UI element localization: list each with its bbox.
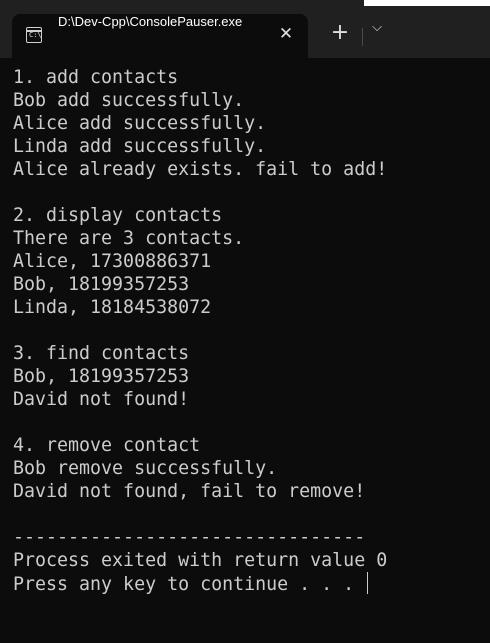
console-line-text: Alice, 17300886371 <box>13 251 212 272</box>
console-line: Process exited with return value 0 <box>13 549 387 572</box>
console-line: Alice, 17300886371 <box>13 250 387 273</box>
tab-console-pauser[interactable]: C:\ D:\Dev-Cpp\ConsolePauser.exe ✕ <box>12 14 308 58</box>
title-bar: C:\ D:\Dev-Cpp\ConsolePauser.exe ✕ + ⌵ <box>0 0 490 58</box>
console-line: 4. remove contact <box>13 434 387 457</box>
console-line: 1. add contacts <box>13 66 387 89</box>
console-line-text: Linda add successfully. <box>13 136 267 157</box>
console-output: 1. add contacts Bob add successfully. Alic… <box>13 66 387 595</box>
console-line: David not found! <box>13 388 387 411</box>
console-line-text: There are 3 contacts. <box>13 228 245 249</box>
terminal-window: C:\ D:\Dev-Cpp\ConsolePauser.exe ✕ + ⌵ 1… <box>0 0 490 643</box>
text-cursor <box>367 572 369 594</box>
console-output-area[interactable]: 1. add contacts Bob add successfully. Alic… <box>0 58 490 643</box>
console-line: Bob, 18199357253 <box>13 273 387 296</box>
console-line-text: Bob remove successfully. <box>13 458 278 479</box>
console-line-text: Press any key to continue . . . <box>13 574 366 595</box>
console-line: -------------------------------- <box>13 526 387 549</box>
console-line: 3. find contacts <box>13 342 387 365</box>
title-bar-strip <box>364 0 490 6</box>
console-line-text: 3. find contacts <box>13 343 190 364</box>
console-line: Alice add successfully. <box>13 112 387 135</box>
console-line-text: Alice add successfully. <box>13 113 267 134</box>
console-line-text: 1. add contacts <box>13 67 179 88</box>
console-line: Bob remove successfully. <box>13 457 387 480</box>
console-line: There are 3 contacts. <box>13 227 387 250</box>
console-line-text: Bob, 18199357253 <box>13 366 190 387</box>
console-line-text: 4. remove contact <box>13 435 201 456</box>
console-line: Bob, 18199357253 <box>13 365 387 388</box>
console-line: David not found, fail to remove! <box>13 480 387 503</box>
console-line-text: Process exited with return value 0 <box>13 550 388 571</box>
console-line-text: 2. display contacts <box>13 205 223 226</box>
console-line-text: David not found! <box>13 389 190 410</box>
console-line: Bob add successfully. <box>13 89 387 112</box>
console-line-text: Bob, 18199357253 <box>13 274 190 295</box>
console-line-text: David not found, fail to remove! <box>13 481 366 502</box>
console-line-text: Linda, 18184538072 <box>13 297 212 318</box>
console-line: Alice already exists. fail to add! <box>13 158 387 181</box>
new-tab-button[interactable]: + <box>322 20 358 52</box>
tab-divider <box>362 28 363 46</box>
console-line: 2. display contacts <box>13 204 387 227</box>
console-line-text: Alice already exists. fail to add! <box>13 159 388 180</box>
console-app-icon: C:\ <box>26 27 42 43</box>
tab-close-button[interactable]: ✕ <box>274 24 298 48</box>
console-line-text: -------------------------------- <box>13 527 366 548</box>
console-line: Press any key to continue . . . <box>13 572 387 595</box>
console-line: Linda, 18184538072 <box>13 296 387 319</box>
console-line-text: Bob add successfully. <box>13 90 245 111</box>
console-line: Linda add successfully. <box>13 135 387 158</box>
tab-title: D:\Dev-Cpp\ConsolePauser.exe <box>58 14 243 29</box>
console-app-icon-glyph: C:\ <box>29 31 42 39</box>
tab-dropdown-button[interactable]: ⌵ <box>364 20 390 52</box>
